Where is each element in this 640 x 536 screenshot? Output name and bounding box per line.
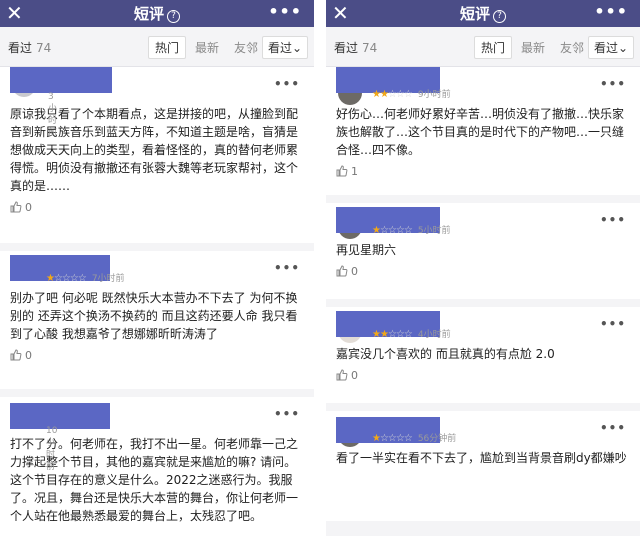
like-button[interactable]: 0 <box>10 201 306 217</box>
review-item: ★★☆☆☆ 9小时前 ••• 好伤心…何老师好累好辛苦…明侦没有了撤撤…快乐家族也… <box>326 67 640 195</box>
more-options-icon[interactable]: ••• <box>274 261 300 275</box>
review-text: 再见星期六 <box>336 243 397 257</box>
filter-bar: 看过 74 热门 最新 友邻 看过⌄ <box>0 27 314 67</box>
review-text: 看了一半实在看不下去了，尴尬到当背景音刷dy都嫌吵 <box>336 451 627 465</box>
review-item: ★☆☆☆☆ 7小时前 ••• 别办了吧 何必呢 既然快乐大本营办不下去了 为何不换… <box>0 251 314 389</box>
tab-latest[interactable]: 最新 <box>189 36 225 59</box>
right-screen: ✕ 短评? ••• 看过 74 热门 最新 友邻 看过⌄ ★★☆☆☆ 9小时前 ••… <box>326 0 640 536</box>
like-button[interactable]: 1 <box>336 165 632 181</box>
tab-friends[interactable]: 友邻 <box>554 36 590 59</box>
tab-friends[interactable]: 友邻 <box>228 36 264 59</box>
review-item: ★☆☆☆☆ 56分钟前 ••• 看了一半实在看不下去了，尴尬到当背景音刷dy都嫌吵 <box>326 411 640 521</box>
rating-stars: ★★☆☆☆ 4小时前 <box>372 329 451 340</box>
review-item: 3小时前 ••• 原谅我只看了个本期看点，这是拼接的吧，从撞脸到配音到新民族音乐… <box>0 67 314 243</box>
top-bar: ✕ 短评? ••• <box>326 0 640 27</box>
sort-tabs: 热门 最新 友邻 <box>148 36 267 59</box>
rating-stars: ★☆☆☆☆ 5小时前 <box>372 225 451 236</box>
review-item: ★☆☆☆☆ 5小时前 ••• 再见星期六 0 <box>326 203 640 299</box>
tab-latest[interactable]: 最新 <box>515 36 551 59</box>
thumbs-up-icon <box>10 201 22 213</box>
timestamp: 3小时前 <box>48 92 58 138</box>
tab-hot[interactable]: 热门 <box>148 36 187 59</box>
more-options-icon[interactable]: ••• <box>600 317 626 331</box>
watched-count: 看过 74 <box>334 41 378 55</box>
top-bar: ✕ 短评? ••• <box>0 0 314 27</box>
username-redacted <box>10 403 110 429</box>
review-item: ★★☆☆☆ 4小时前 ••• 嘉宾没几个喜欢的 而且就真的有点尬 2.0 0 <box>326 307 640 403</box>
timestamp: 7小时前 <box>91 274 125 284</box>
thumbs-up-icon <box>336 265 348 277</box>
timestamp: 10小时前 <box>46 426 58 472</box>
filter-bar: 看过 74 热门 最新 友邻 看过⌄ <box>326 27 640 67</box>
thumbs-up-icon <box>10 349 22 361</box>
more-options-icon[interactable]: ••• <box>600 77 626 91</box>
like-count: 0 <box>351 265 358 278</box>
like-count: 0 <box>25 349 32 362</box>
username-redacted <box>10 67 112 93</box>
sort-tabs: 热门 最新 友邻 <box>474 36 593 59</box>
help-icon[interactable]: ? <box>167 10 180 23</box>
watched-count: 看过 74 <box>8 41 52 55</box>
like-count: 0 <box>25 201 32 214</box>
like-count: 1 <box>351 165 358 178</box>
like-button[interactable]: 0 <box>10 349 306 365</box>
rating-stars: ★★☆☆☆ 9小时前 <box>372 89 451 100</box>
thumbs-up-icon <box>336 165 348 177</box>
review-text: 好伤心…何老师好累好辛苦…明侦没有了撤撤…快乐家族也解散了…这个节目真的是时代下… <box>336 107 625 157</box>
rating-stars: ★☆☆☆☆ 56分钟前 <box>372 433 457 444</box>
help-icon[interactable]: ? <box>493 10 506 23</box>
more-options-icon[interactable]: ••• <box>274 407 300 421</box>
more-icon[interactable]: ••• <box>594 2 628 21</box>
review-item: 10小时前 ••• 打不了分。何老师在，我打不出一星。何老师靠一己之力撑起整个节… <box>0 397 314 536</box>
timestamp: 56分钟前 <box>417 434 457 444</box>
thumbs-up-icon <box>336 369 348 381</box>
watched-filter-dropdown[interactable]: 看过⌄ <box>587 36 634 59</box>
timestamp: 9小时前 <box>417 90 451 100</box>
tab-hot[interactable]: 热门 <box>474 36 513 59</box>
page-title: 短评? <box>326 3 640 24</box>
left-screen: ✕ 短评? ••• 看过 74 热门 最新 友邻 看过⌄ 3小时前 ••• 原谅我… <box>0 0 314 536</box>
like-count: 0 <box>351 369 358 382</box>
more-icon[interactable]: ••• <box>268 2 302 21</box>
timestamp: 5小时前 <box>417 226 451 236</box>
like-button[interactable]: 0 <box>336 369 632 385</box>
review-text: 嘉宾没几个喜欢的 而且就真的有点尬 2.0 <box>336 347 555 361</box>
review-text: 别办了吧 何必呢 既然快乐大本营办不下去了 为何不换别的 还弄这个换汤不换药的 … <box>10 291 298 341</box>
timestamp: 4小时前 <box>417 330 451 340</box>
page-title: 短评? <box>0 3 314 24</box>
watched-filter-dropdown[interactable]: 看过⌄ <box>261 36 308 59</box>
like-button[interactable]: 0 <box>336 265 632 281</box>
more-options-icon[interactable]: ••• <box>600 213 626 227</box>
more-options-icon[interactable]: ••• <box>274 77 300 91</box>
more-options-icon[interactable]: ••• <box>600 421 626 435</box>
rating-stars: ★☆☆☆☆ 7小时前 <box>46 273 125 284</box>
